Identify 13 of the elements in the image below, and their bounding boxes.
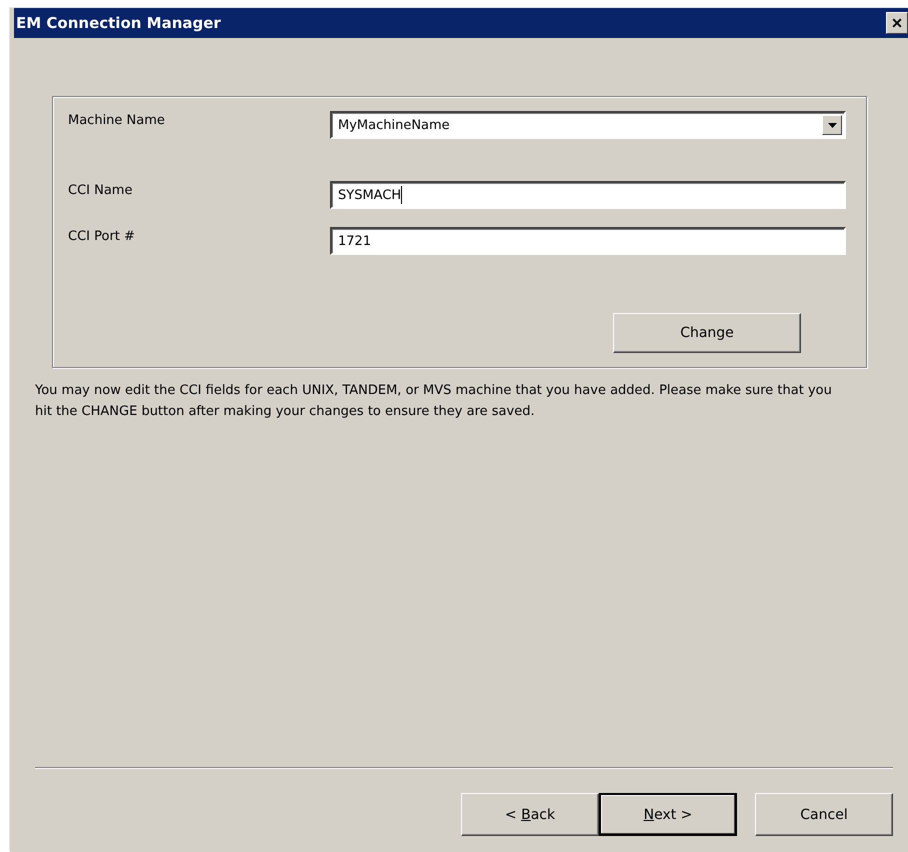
field-label: CCI Name (68, 182, 134, 198)
window-title: EM Connection Manager (16, 14, 221, 32)
back-button[interactable]: < Back (461, 793, 599, 836)
machine-name-dropdown[interactable]: MyMachineName (330, 111, 846, 139)
input-field[interactable]: 1721 (330, 227, 846, 255)
field-label: Machine Name (68, 112, 166, 128)
next-button[interactable]: Next > (599, 793, 737, 836)
change-button[interactable]: Change (613, 313, 801, 353)
close-button[interactable]: × (886, 12, 908, 34)
input-field[interactable]: SYSMACH (330, 181, 846, 209)
cancel-button[interactable]: Cancel (755, 793, 893, 836)
field-label: CCI Port # (68, 228, 136, 244)
description-text: You may now edit the CCI fields for each UNIX, TANDEM, or MVS machine that you have added. Please make sure that you hit the CHANGE button after making your changes to ensure they are saved. (35, 382, 833, 421)
